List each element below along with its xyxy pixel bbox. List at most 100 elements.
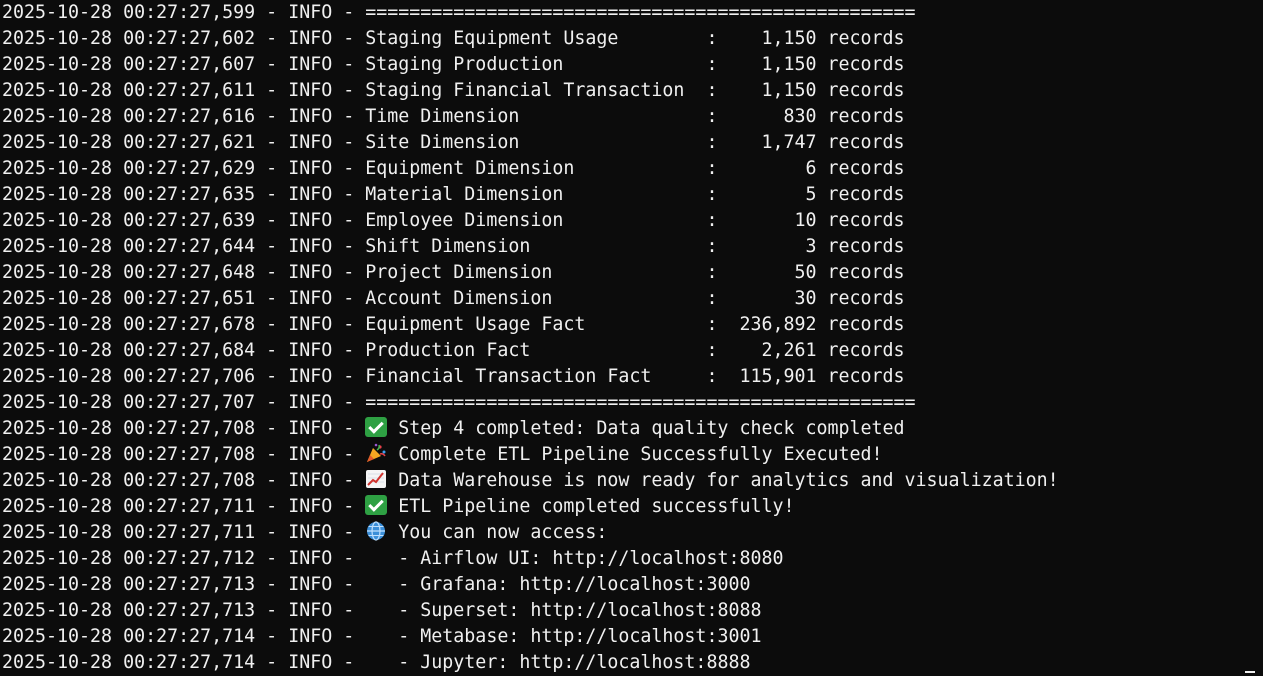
log-timestamp: 2025-10-28 00:27:27,714 xyxy=(2,626,256,647)
log-message: Staging Financial Transaction : 1,150 re… xyxy=(365,80,905,101)
party-popper-icon xyxy=(365,443,387,463)
log-timestamp: 2025-10-28 00:27:27,712 xyxy=(2,548,256,569)
log-message: ETL Pipeline completed successfully! xyxy=(398,496,795,517)
log-level: INFO xyxy=(288,470,333,491)
check-icon xyxy=(365,495,388,515)
log-timestamp: 2025-10-28 00:27:27,621 xyxy=(2,132,256,153)
log-line: 2025-10-28 00:27:27,639 - INFO - Employe… xyxy=(2,210,905,231)
log-level: INFO xyxy=(288,288,333,309)
log-message: - Metabase: http://localhost:3001 xyxy=(365,626,762,647)
log-message: Equipment Dimension : 6 records xyxy=(365,158,905,179)
log-level: INFO xyxy=(288,652,333,673)
log-timestamp: 2025-10-28 00:27:27,711 xyxy=(2,522,256,543)
log-message: - Superset: http://localhost:8088 xyxy=(365,600,762,621)
log-line: 2025-10-28 00:27:27,635 - INFO - Materia… xyxy=(2,184,905,205)
log-message: Equipment Usage Fact : 236,892 records xyxy=(365,314,905,335)
log-level: INFO xyxy=(288,392,333,413)
log-line: 2025-10-28 00:27:27,712 - INFO - - Airfl… xyxy=(2,548,784,569)
log-message: Site Dimension : 1,747 records xyxy=(365,132,905,153)
log-message: Production Fact : 2,261 records xyxy=(365,340,905,361)
log-level: INFO xyxy=(288,158,333,179)
log-level: INFO xyxy=(288,132,333,153)
log-line: 2025-10-28 00:27:27,714 - INFO - - Jupyt… xyxy=(2,652,751,673)
log-line: 2025-10-28 00:27:27,651 - INFO - Account… xyxy=(2,288,905,309)
log-message: ========================================… xyxy=(365,392,916,413)
log-message: Data Warehouse is now ready for analytic… xyxy=(398,470,1059,491)
log-timestamp: 2025-10-28 00:27:27,711 xyxy=(2,496,256,517)
log-line: 2025-10-28 00:27:27,711 - INFO - You can… xyxy=(2,521,608,543)
log-line: 2025-10-28 00:27:27,602 - INFO - Staging… xyxy=(2,28,905,49)
globe-icon xyxy=(365,521,387,541)
log-timestamp: 2025-10-28 00:27:27,629 xyxy=(2,158,256,179)
log-message: Time Dimension : 830 records xyxy=(365,106,905,127)
log-timestamp: 2025-10-28 00:27:27,684 xyxy=(2,340,256,361)
log-level: INFO xyxy=(288,262,333,283)
log-line: 2025-10-28 00:27:27,607 - INFO - Staging… xyxy=(2,54,905,75)
log-message: Staging Production : 1,150 records xyxy=(365,54,905,75)
log-timestamp: 2025-10-28 00:27:27,602 xyxy=(2,28,256,49)
log-message: - Grafana: http://localhost:3000 xyxy=(365,574,751,595)
log-level: INFO xyxy=(288,626,333,647)
log-line: 2025-10-28 00:27:27,713 - INFO - - Grafa… xyxy=(2,574,751,595)
log-message: - Jupyter: http://localhost:8888 xyxy=(365,652,751,673)
log-level: INFO xyxy=(288,314,333,335)
log-line: 2025-10-28 00:27:27,708 - INFO - Data Wa… xyxy=(2,469,1059,491)
log-timestamp: 2025-10-28 00:27:27,607 xyxy=(2,54,256,75)
log-message: ========================================… xyxy=(365,2,916,23)
log-message: Employee Dimension : 10 records xyxy=(365,210,905,231)
log-level: INFO xyxy=(288,54,333,75)
log-timestamp: 2025-10-28 00:27:27,708 xyxy=(2,470,256,491)
log-level: INFO xyxy=(288,2,333,23)
log-level: INFO xyxy=(288,496,333,517)
log-message: Financial Transaction Fact : 115,901 rec… xyxy=(365,366,905,387)
log-line: 2025-10-28 00:27:27,713 - INFO - - Super… xyxy=(2,600,762,621)
log-line: 2025-10-28 00:27:27,708 - INFO - Complet… xyxy=(2,443,883,465)
log-message: Account Dimension : 30 records xyxy=(365,288,905,309)
log-timestamp: 2025-10-28 00:27:27,599 xyxy=(2,2,256,23)
log-level: INFO xyxy=(288,28,333,49)
log-timestamp: 2025-10-28 00:27:27,714 xyxy=(2,652,256,673)
log-timestamp: 2025-10-28 00:27:27,708 xyxy=(2,444,256,465)
log-timestamp: 2025-10-28 00:27:27,651 xyxy=(2,288,256,309)
log-timestamp: 2025-10-28 00:27:27,713 xyxy=(2,600,256,621)
log-message: Shift Dimension : 3 records xyxy=(365,236,905,257)
log-timestamp: 2025-10-28 00:27:27,678 xyxy=(2,314,256,335)
log-level: INFO xyxy=(288,366,333,387)
log-line: 2025-10-28 00:27:27,611 - INFO - Staging… xyxy=(2,80,905,101)
log-message: Step 4 completed: Data quality check com… xyxy=(398,418,905,439)
log-line: 2025-10-28 00:27:27,706 - INFO - Financi… xyxy=(2,366,905,387)
log-line: 2025-10-28 00:27:27,621 - INFO - Site Di… xyxy=(2,132,905,153)
log-timestamp: 2025-10-28 00:27:27,707 xyxy=(2,392,256,413)
log-timestamp: 2025-10-28 00:27:27,648 xyxy=(2,262,256,283)
log-level: INFO xyxy=(288,574,333,595)
log-message: Project Dimension : 50 records xyxy=(365,262,905,283)
log-level: INFO xyxy=(288,210,333,231)
log-message: Complete ETL Pipeline Successfully Execu… xyxy=(398,444,883,465)
log-timestamp: 2025-10-28 00:27:27,708 xyxy=(2,418,256,439)
log-line: 2025-10-28 00:27:27,678 - INFO - Equipme… xyxy=(2,314,905,335)
log-message: Material Dimension : 5 records xyxy=(365,184,905,205)
log-timestamp: 2025-10-28 00:27:27,706 xyxy=(2,366,256,387)
log-line: 2025-10-28 00:27:27,599 - INFO - =======… xyxy=(2,2,916,23)
log-timestamp: 2025-10-28 00:27:27,616 xyxy=(2,106,256,127)
log-message: Staging Equipment Usage : 1,150 records xyxy=(365,28,905,49)
log-level: INFO xyxy=(288,418,333,439)
log-level: INFO xyxy=(288,80,333,101)
log-line: 2025-10-28 00:27:27,644 - INFO - Shift D… xyxy=(2,236,905,257)
terminal-output[interactable]: 2025-10-28 00:27:27,599 - INFO - =======… xyxy=(2,0,1263,674)
log-message: You can now access: xyxy=(398,522,608,543)
log-line: 2025-10-28 00:27:27,629 - INFO - Equipme… xyxy=(2,158,905,179)
log-timestamp: 2025-10-28 00:27:27,639 xyxy=(2,210,256,231)
text-cursor xyxy=(1245,671,1255,673)
log-line: 2025-10-28 00:27:27,711 - INFO - ETL Pip… xyxy=(2,495,795,517)
log-line: 2025-10-28 00:27:27,684 - INFO - Product… xyxy=(2,340,905,361)
log-line: 2025-10-28 00:27:27,648 - INFO - Project… xyxy=(2,262,905,283)
check-icon xyxy=(365,417,388,437)
log-timestamp: 2025-10-28 00:27:27,644 xyxy=(2,236,256,257)
chart-increasing-icon xyxy=(365,469,387,489)
log-timestamp: 2025-10-28 00:27:27,713 xyxy=(2,574,256,595)
log-level: INFO xyxy=(288,600,333,621)
log-level: INFO xyxy=(288,184,333,205)
log-level: INFO xyxy=(288,522,333,543)
log-line: 2025-10-28 00:27:27,707 - INFO - =======… xyxy=(2,392,916,413)
